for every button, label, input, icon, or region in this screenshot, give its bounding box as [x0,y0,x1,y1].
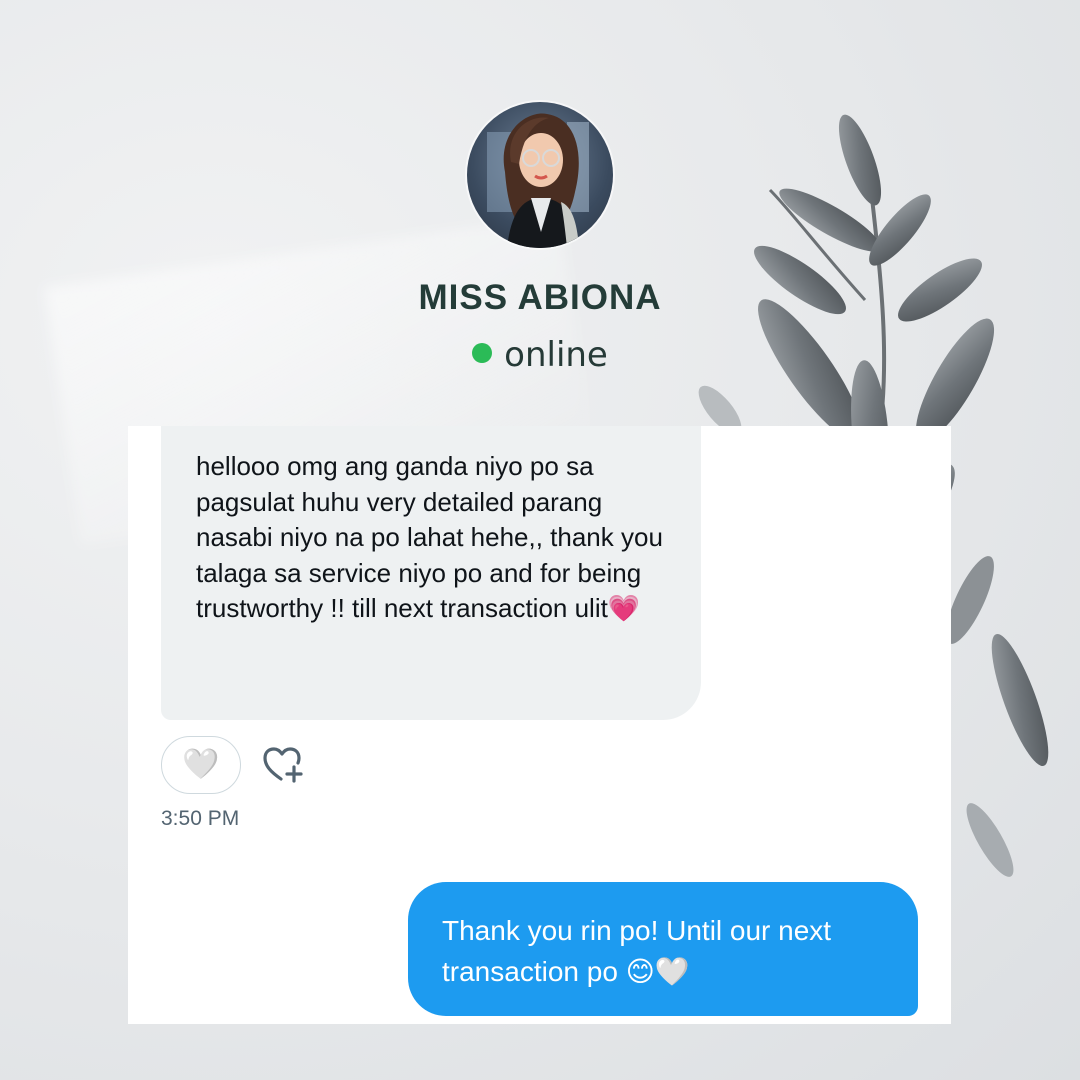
message-timestamp: 3:50 PM [161,807,240,830]
incoming-message-bubble[interactable]: hellooo omg ang ganda niyo po sa pagsula… [161,426,701,720]
reaction-pill[interactable]: 🤍 [161,736,241,794]
contact-name: MISS ABIONA [418,278,662,317]
outgoing-message-bubble[interactable]: Thank you rin po! Until our next transac… [408,882,918,1016]
white-heart-icon: 🤍 [182,748,220,781]
online-dot-icon [472,342,493,363]
contact-status: online [0,335,1080,375]
avatar-illustration [487,113,589,248]
heart-plus-icon[interactable] [261,745,307,785]
chat-panel: hellooo omg ang ganda niyo po sa pagsula… [128,426,951,1024]
contact-avatar[interactable] [467,102,613,248]
status-label: online [504,335,608,375]
